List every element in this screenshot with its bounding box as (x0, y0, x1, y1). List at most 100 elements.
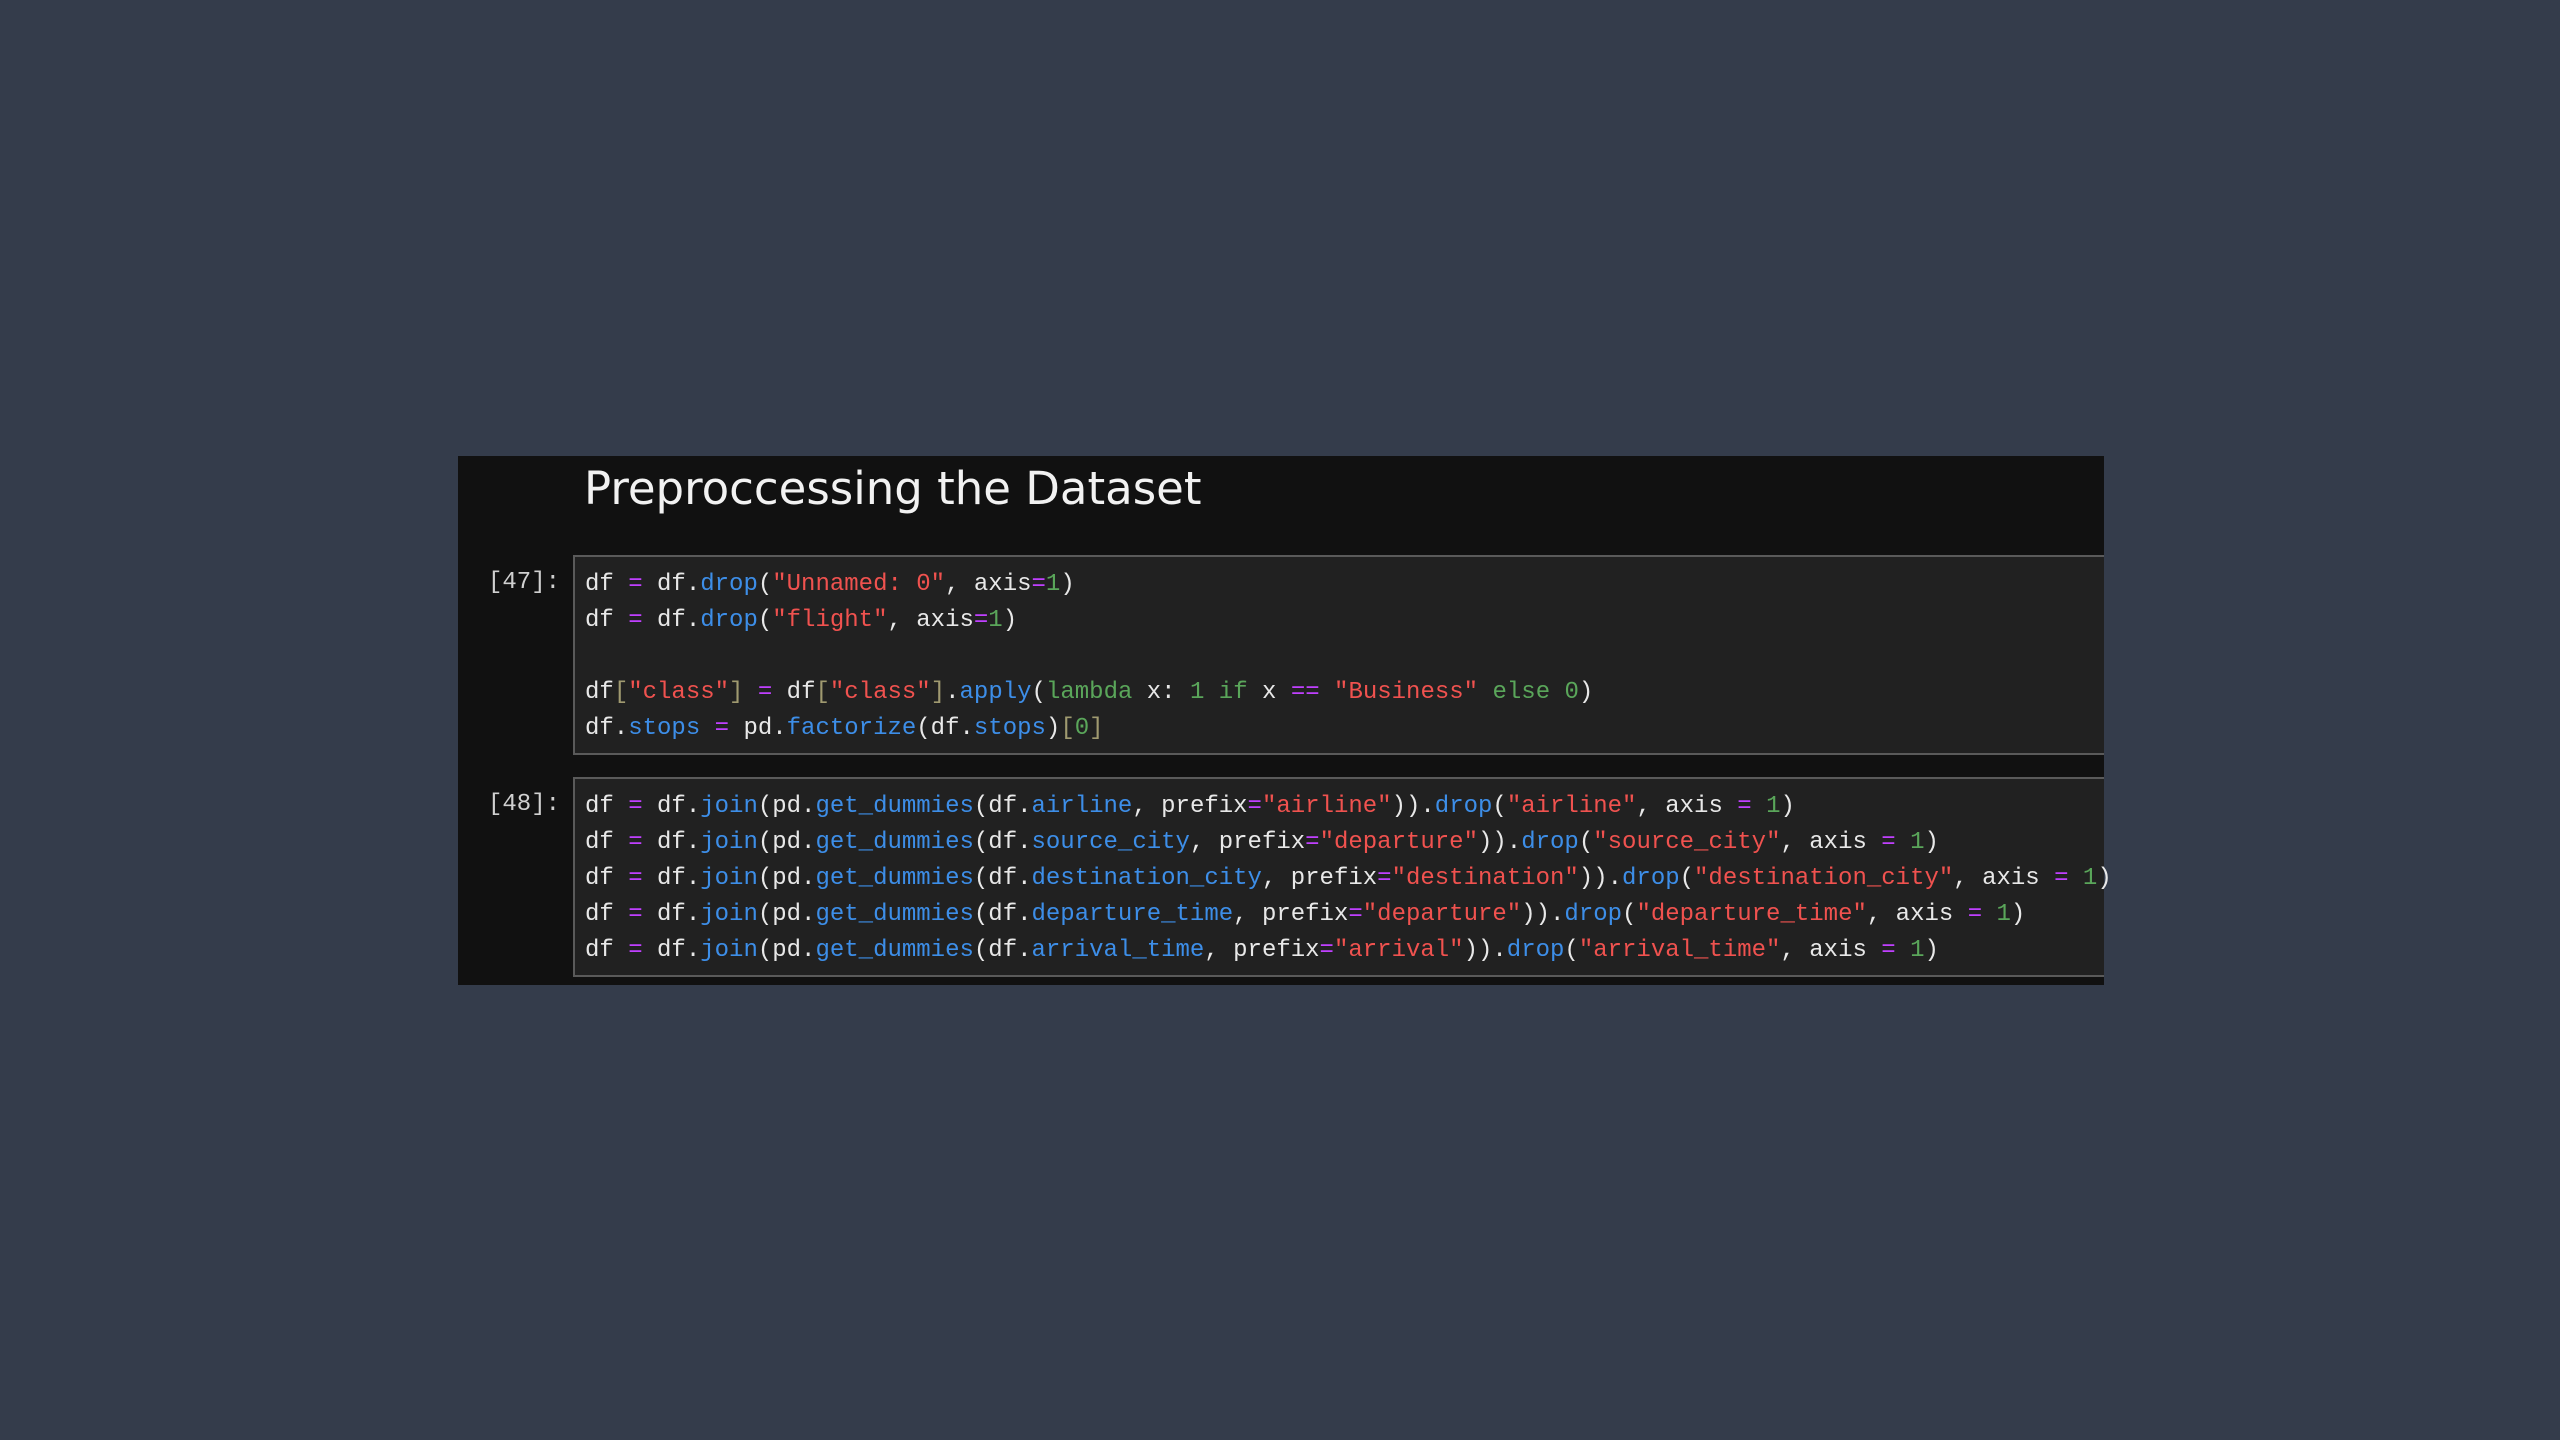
code-token: df (585, 901, 629, 928)
code-token: , axis (1953, 865, 2055, 892)
code-token: = (1881, 829, 1896, 856)
code-token: (df. (973, 793, 1032, 820)
code-cell-48[interactable]: df = df.join(pd.get_dummies(df.airline, … (573, 777, 2112, 977)
code-token: get_dummies (815, 901, 974, 928)
code-token: 1 (1766, 793, 1781, 820)
code-token: [ (1060, 715, 1075, 742)
code-token: )). (1463, 937, 1507, 964)
code-token: get_dummies (815, 865, 974, 892)
code-token: df (585, 679, 614, 706)
code-token: ] (729, 679, 744, 706)
code-token: ) (1002, 607, 1018, 634)
notebook-panel: Preproccessing the Dataset [47]: df = df… (458, 456, 2112, 985)
code-line: df = df.join(pd.get_dummies(df.destinati… (585, 861, 2112, 897)
code-token: (df. (973, 829, 1032, 856)
code-token: df. (642, 937, 701, 964)
code-editor[interactable]: df = df.join(pd.get_dummies(df.airline, … (585, 789, 2112, 969)
code-token: else (1492, 679, 1551, 706)
code-token: "airline" (1261, 793, 1392, 820)
code-token: (df. (973, 865, 1032, 892)
code-token: (df. (973, 901, 1032, 928)
code-line: df = df.join(pd.get_dummies(df.source_ci… (585, 825, 2112, 861)
code-token: df (585, 607, 629, 634)
code-token: df. (642, 865, 701, 892)
code-token: df. (585, 715, 629, 742)
code-token: 1 (1045, 571, 1061, 598)
code-token: , prefix (1204, 937, 1320, 964)
code-token: (df. (916, 715, 974, 742)
code-token: lambda (1045, 679, 1133, 706)
code-token: drop (700, 571, 758, 598)
code-token: = (628, 793, 643, 820)
code-token: = (628, 865, 643, 892)
code-token: ( (757, 571, 773, 598)
code-token: drop (1521, 829, 1579, 856)
code-token: = (714, 715, 730, 742)
code-token: x (1247, 679, 1291, 706)
code-token: stops (973, 715, 1046, 742)
code-token: )). (1478, 829, 1522, 856)
markdown-heading: Preproccessing the Dataset (584, 462, 1202, 515)
code-token: drop (1434, 793, 1493, 820)
code-token: get_dummies (815, 829, 974, 856)
code-token: join (700, 829, 758, 856)
code-line: df = df.join(pd.get_dummies(df.arrival_t… (585, 933, 2112, 969)
code-token: [ (613, 679, 629, 706)
code-token: "departure" (1362, 901, 1522, 928)
code-token: (pd. (757, 937, 816, 964)
code-token: = (757, 679, 773, 706)
code-token: ) (1780, 793, 1795, 820)
code-token: (df. (973, 937, 1032, 964)
code-line: df = df.drop("flight", axis=1) (585, 603, 1593, 639)
code-token: = (1319, 937, 1334, 964)
code-token: )). (1521, 901, 1565, 928)
code-token: 1 (1996, 901, 2011, 928)
code-line: df.stops = pd.factorize(df.stops)[0] (585, 711, 1593, 747)
code-token: 0 (1074, 715, 1090, 742)
code-token: , prefix (1233, 901, 1349, 928)
code-token: "flight" (772, 607, 888, 634)
code-token: "class" (628, 679, 730, 706)
code-token: ( (1564, 937, 1579, 964)
cell-prompt: [48]: (488, 791, 561, 818)
code-token: , axis (1780, 829, 1882, 856)
code-token: if (1218, 679, 1248, 706)
code-token: "Unnamed: 0" (772, 571, 946, 598)
code-token: ( (1031, 679, 1046, 706)
code-token: df. (642, 901, 701, 928)
code-token: ( (1492, 793, 1507, 820)
code-token: = (628, 937, 643, 964)
code-token: departure_time (1031, 901, 1234, 928)
code-token: drop (1506, 937, 1565, 964)
code-cell-47[interactable]: df = df.drop("Unnamed: 0", axis=1) df = d… (573, 555, 2104, 755)
code-token: join (700, 793, 758, 820)
code-token: , axis (1780, 937, 1882, 964)
code-editor[interactable]: df = df.drop("Unnamed: 0", axis=1) df = d… (585, 567, 1593, 747)
code-token: drop (700, 607, 758, 634)
code-token: 1 (1910, 829, 1925, 856)
code-token: = (1305, 829, 1320, 856)
code-token: join (700, 901, 758, 928)
code-token: "source_city" (1593, 829, 1781, 856)
code-token: = (1348, 901, 1363, 928)
code-token: df. (642, 607, 701, 634)
code-token: (pd. (757, 829, 816, 856)
code-token: = (973, 607, 989, 634)
code-token: "Business" (1334, 679, 1479, 706)
code-token: ] (1089, 715, 1104, 742)
code-token: df. (642, 829, 701, 856)
code-token: df (585, 793, 629, 820)
code-token: 1 (1189, 679, 1205, 706)
code-line: df = df.join(pd.get_dummies(df.departure… (585, 897, 2112, 933)
code-token: drop (1564, 901, 1623, 928)
code-token: == (1290, 679, 1320, 706)
